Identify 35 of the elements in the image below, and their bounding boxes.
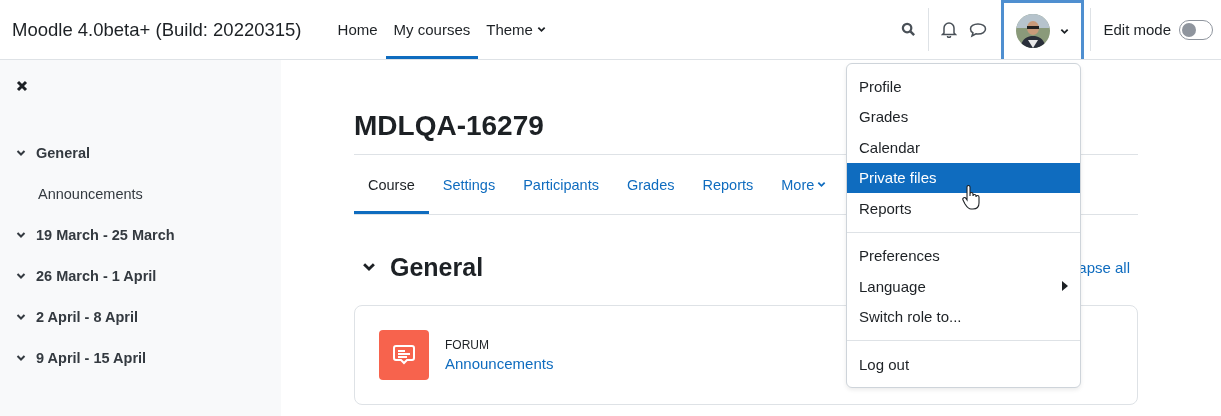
chat-bubble-icon[interactable] [969,21,988,38]
course-tab[interactable]: Settings [428,155,510,214]
sidebar-section[interactable]: General [16,132,281,173]
section-title: General [390,252,484,282]
course-tab[interactable]: Reports [688,155,768,214]
menu-item[interactable]: Reports [847,193,1080,224]
nav-link[interactable]: Theme [478,0,554,59]
activity-type: FORUM [445,338,490,352]
menu-item[interactable]: Profile [847,71,1080,102]
pointer-cursor-icon [962,185,980,211]
site-title: Moodle 4.0beta+ (Build: 20220315) [12,18,302,41]
forum-icon [379,330,429,380]
close-icon[interactable] [16,80,28,92]
menu-item[interactable]: Language [847,271,1080,302]
sidebar-section[interactable]: 2 April - 8 April [16,296,281,337]
menu-item[interactable]: Private files [847,162,1080,193]
course-tab[interactable]: Course [354,155,429,214]
bell-icon[interactable] [941,21,958,38]
course-tab[interactable]: More [767,155,841,214]
sidebar-section[interactable]: 19 March - 25 March [16,214,281,255]
menu-item[interactable]: Preferences [847,240,1080,271]
course-tab[interactable]: Participants [509,155,613,214]
course-tab[interactable]: Grades [612,155,689,214]
nav-link[interactable]: Home [329,0,386,59]
search-icon[interactable] [901,22,917,37]
nav-link[interactable]: My courses [385,0,479,59]
edit-mode-label: Edit mode [1103,21,1171,38]
user-menu-button[interactable] [1001,0,1085,59]
menu-item[interactable]: Log out [847,349,1080,380]
sidebar-item[interactable]: Announcements [16,173,281,214]
sidebar-section[interactable]: 9 April - 15 April [16,337,281,378]
edit-mode-switch[interactable] [1179,19,1213,40]
menu-item[interactable]: Switch role to... [847,301,1080,332]
sidebar-section[interactable]: 26 March - 1 April [16,255,281,296]
activity-link[interactable]: Announcements [445,355,554,372]
